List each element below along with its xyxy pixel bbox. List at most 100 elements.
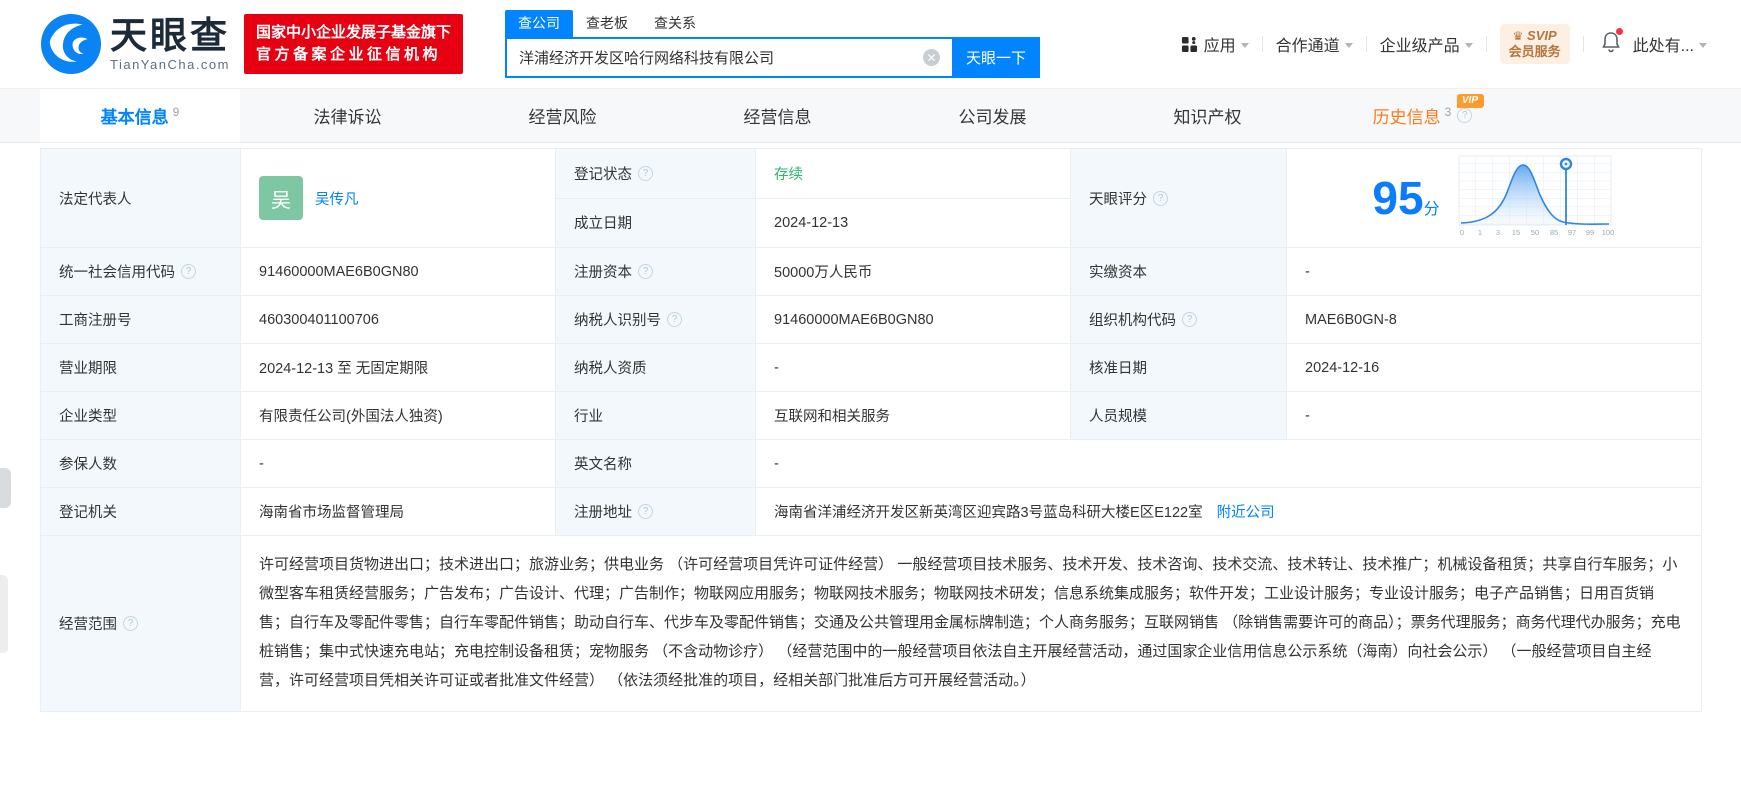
paid-capital-label: 实缴资本 bbox=[1089, 265, 1147, 281]
nav-user-menu[interactable]: 此处有... bbox=[1633, 32, 1707, 56]
gov-badge-line1: 国家中小企业发展子基金旗下 bbox=[256, 24, 452, 41]
tab-development[interactable]: 公司发展 bbox=[885, 89, 1100, 142]
reg-address-label: 注册地址 bbox=[574, 505, 632, 521]
tab-risk-label: 经营风险 bbox=[528, 108, 597, 127]
insured-count-label: 参保人数 bbox=[59, 457, 117, 473]
avatar[interactable]: 吴 bbox=[259, 176, 303, 220]
est-date-value-cell: 2024-12-13 bbox=[755, 197, 1071, 248]
help-icon[interactable]: ? bbox=[181, 264, 196, 279]
crown-icon: ♛ bbox=[1512, 29, 1524, 43]
help-icon[interactable]: ? bbox=[123, 616, 138, 631]
search-button[interactable]: 天眼一下 bbox=[952, 37, 1041, 78]
clear-search-icon[interactable]: ✕ bbox=[923, 49, 941, 66]
tab-development-label: 公司发展 bbox=[958, 108, 1027, 127]
tab-basic-info[interactable]: 基本信息 9 bbox=[40, 89, 240, 142]
help-icon[interactable]: ? bbox=[667, 312, 682, 327]
paid-capital-value: - bbox=[1305, 263, 1310, 280]
chevron-down-icon bbox=[1699, 42, 1707, 48]
status-badge: 存续 bbox=[774, 166, 803, 183]
staff-size-label: 人员规模 bbox=[1089, 409, 1147, 425]
tab-operation-label: 经营信息 bbox=[743, 108, 812, 127]
company-type-label: 企业类型 bbox=[59, 409, 117, 425]
tab-legal[interactable]: 法律诉讼 bbox=[240, 89, 455, 142]
help-icon[interactable]: ? bbox=[638, 165, 653, 181]
side-panel-handle[interactable] bbox=[0, 468, 11, 508]
search-tab-relation[interactable]: 查关系 bbox=[641, 10, 709, 37]
nav-user-label: 此处有... bbox=[1632, 38, 1694, 55]
svg-text:100: 100 bbox=[1601, 228, 1614, 237]
nav-apps[interactable]: 应用 bbox=[1181, 32, 1249, 56]
svip-membership-badge[interactable]: ♛ SVIP 会员服务 bbox=[1499, 24, 1570, 64]
help-icon[interactable]: ? bbox=[638, 504, 653, 519]
staff-size-value: - bbox=[1305, 407, 1310, 424]
table-row: 法定代表人 吴 吴传凡 登记状态 ? 存续 天眼评分 ? 95分 0 1 3 1… bbox=[40, 148, 1702, 248]
chart-axis-ticks: 0 1 3 15 50 85 97 99 100 bbox=[1460, 228, 1614, 237]
reg-authority-label: 登记机关 bbox=[59, 505, 117, 521]
svip-label: SVIP bbox=[1527, 28, 1557, 43]
side-panel-handle[interactable] bbox=[0, 575, 8, 653]
tab-history[interactable]: VIP 历史信息 3 ? bbox=[1315, 89, 1530, 142]
nav-enterprise-products[interactable]: 企业级产品 bbox=[1380, 32, 1473, 56]
help-icon[interactable]: ? bbox=[1153, 190, 1168, 206]
nav-cooperation[interactable]: 合作通道 bbox=[1276, 32, 1353, 56]
notification-dot bbox=[1615, 27, 1623, 35]
taxpayer-id-value: 91460000MAE6B0GN80 bbox=[774, 311, 934, 328]
reg-number-label: 工商注册号 bbox=[59, 313, 132, 329]
svg-text:3: 3 bbox=[1496, 228, 1500, 237]
table-row: 登记机关 海南省市场监督管理局 注册地址 ? 海南省洋浦经济开发区新英湾区迎宾路… bbox=[40, 487, 1702, 536]
est-date-label: 成立日期 bbox=[574, 216, 632, 233]
top-nav: 应用 合作通道 企业级产品 ♛ SVIP 会员服务 此处有... bbox=[1181, 24, 1707, 64]
svg-text:1: 1 bbox=[1478, 228, 1482, 237]
nav-apps-label: 应用 bbox=[1203, 38, 1236, 55]
reg-number-value: 460300401100706 bbox=[259, 311, 379, 328]
score-number: 95分 bbox=[1372, 172, 1440, 224]
legal-rep-label-cell: 法定代表人 bbox=[40, 148, 241, 248]
chevron-down-icon bbox=[1240, 42, 1249, 48]
top-header: 天眼查 TianYanCha.com 国家中小企业发展子基金旗下 官方备案企业征… bbox=[0, 0, 1741, 88]
tianyancha-logo-icon bbox=[40, 13, 102, 75]
nav-divider bbox=[1365, 36, 1367, 52]
nav-divider bbox=[1261, 36, 1263, 52]
tab-history-count: 3 bbox=[1444, 104, 1452, 119]
taxpayer-id-label: 纳税人识别号 bbox=[574, 313, 661, 329]
nav-divider bbox=[1582, 36, 1584, 52]
business-term-label: 营业期限 bbox=[59, 361, 117, 377]
help-icon[interactable]: ? bbox=[638, 264, 653, 279]
est-date-value: 2024-12-13 bbox=[774, 214, 849, 231]
gov-badge-line2: 官方备案企业征信机构 bbox=[256, 46, 442, 63]
company-info-table: 法定代表人 吴 吴传凡 登记状态 ? 存续 天眼评分 ? 95分 0 1 3 1… bbox=[40, 148, 1702, 712]
nearby-companies-link[interactable]: 附近公司 bbox=[1217, 505, 1275, 521]
svg-text:0: 0 bbox=[1460, 228, 1464, 237]
tab-ip-label: 知识产权 bbox=[1173, 108, 1242, 127]
tab-intellectual-property[interactable]: 知识产权 bbox=[1100, 89, 1315, 142]
org-code-label: 组织机构代码 bbox=[1089, 313, 1176, 329]
reg-status-label-cell: 登记状态 ? bbox=[555, 148, 756, 199]
nav-cooperation-label: 合作通道 bbox=[1275, 38, 1340, 55]
search-tab-company[interactable]: 查公司 bbox=[505, 10, 574, 37]
tianyancha-logo[interactable]: 天眼查 TianYanCha.com bbox=[40, 13, 230, 75]
approval-date-value: 2024-12-16 bbox=[1305, 359, 1380, 376]
org-code-value: MAE6B0GN-8 bbox=[1305, 311, 1397, 328]
tab-basic-info-label: 基本信息 bbox=[100, 108, 169, 127]
svip-sublabel: 会员服务 bbox=[1508, 44, 1561, 59]
tab-legal-label: 法律诉讼 bbox=[313, 108, 382, 127]
business-scope-value: 许可经营项目货物进出口；技术进出口；旅游业务；供电业务 （许可经营项目凭许可证件… bbox=[259, 556, 1681, 689]
reg-status-value-cell: 存续 bbox=[755, 148, 1071, 199]
reg-address-value: 海南省洋浦经济开发区新英湾区迎宾路3号蓝岛科研大楼E区E122室 bbox=[774, 505, 1203, 521]
tab-basic-info-count: 9 bbox=[172, 104, 180, 119]
score-label: 天眼评分 bbox=[1089, 191, 1147, 208]
brand-domain: TianYanCha.com bbox=[110, 57, 230, 72]
tab-operation[interactable]: 经营信息 bbox=[670, 89, 885, 142]
credit-code-value: 91460000MAE6B0GN80 bbox=[259, 263, 419, 280]
notifications-bell[interactable] bbox=[1601, 27, 1623, 58]
section-tab-bar: 基本信息 9 法律诉讼 经营风险 经营信息 公司发展 知识产权 VIP 历史信息… bbox=[0, 88, 1741, 143]
tab-risk[interactable]: 经营风险 bbox=[455, 89, 670, 142]
score-distribution-chart: 0 1 3 15 50 85 97 99 100 bbox=[1458, 155, 1614, 237]
search-tab-boss[interactable]: 查老板 bbox=[573, 10, 641, 37]
help-icon[interactable]: ? bbox=[1182, 312, 1197, 327]
legal-rep-name-link[interactable]: 吴传凡 bbox=[315, 188, 359, 209]
help-icon[interactable]: ? bbox=[1457, 108, 1473, 123]
search-input[interactable] bbox=[507, 49, 924, 66]
table-row: 工商注册号 460300401100706 纳税人识别号 ? 91460000M… bbox=[40, 295, 1702, 344]
company-type-value: 有限责任公司(外国法人独资) bbox=[259, 409, 443, 425]
